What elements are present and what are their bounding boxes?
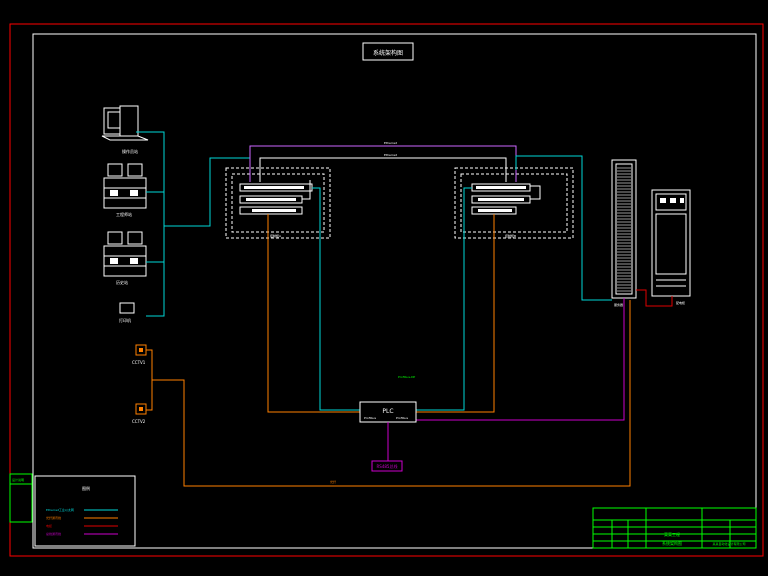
workstation-2-label: 历史站 xyxy=(116,279,128,285)
legend-item-label: 电缆 xyxy=(46,523,52,528)
printer-icon xyxy=(119,302,135,314)
server-label: 服务器 xyxy=(614,302,623,307)
left-ethernet-lines xyxy=(136,131,250,317)
panel-label: 配电柜 xyxy=(676,300,685,305)
workstation-1-icon xyxy=(103,163,147,209)
workstation-1-label: 工程师站 xyxy=(116,211,132,217)
legend-item-label: Ethernet工业以太网 xyxy=(46,507,74,512)
left-cabinet xyxy=(225,167,331,239)
legend-items: Ethernet工业以太网光纤通讯线电缆总线通讯线 xyxy=(46,507,118,536)
cabinet-link-lines xyxy=(249,145,612,301)
net-label-top: Ethernet xyxy=(384,141,398,145)
right-cabinet xyxy=(454,167,574,239)
title-block-drawing-name: 系统架构图 xyxy=(662,540,682,546)
workstation-2-icon xyxy=(103,231,147,277)
plc-port-right: Profibus xyxy=(396,416,408,420)
right-cabinet-label: 控制柜B xyxy=(505,233,516,238)
drawing-canvas: 系统架构图 操作员站 工程师站 历史站 打印机 CCTV1 CCTV2 光纤 控… xyxy=(9,23,764,557)
camera-2-icon xyxy=(135,403,147,415)
printer-label: 打印机 xyxy=(119,317,131,323)
server-rack-icon xyxy=(611,159,637,299)
left-note-label: 设计说明 xyxy=(12,477,24,482)
left-cabinet-internal-lines xyxy=(267,180,360,413)
server-bus-line xyxy=(416,298,625,421)
legend-item-label: 光纤通讯线 xyxy=(46,515,61,520)
camera-1-icon xyxy=(135,344,147,356)
camera-1-label: CCTV1 xyxy=(132,360,146,365)
power-panel-icon xyxy=(651,189,691,297)
legend-item-label: 总线通讯线 xyxy=(46,531,61,536)
title-block-project: 某某工程 xyxy=(664,531,680,537)
bus-box-label: RS485总线 xyxy=(377,463,398,469)
plc-label: PLC xyxy=(382,408,393,415)
fiber-label: 光纤 xyxy=(330,479,336,484)
net-label-mid: Ethernet xyxy=(384,153,398,157)
drawing-title: 系统架构图 xyxy=(373,49,403,57)
dp-label: Profibus-DP xyxy=(398,375,415,379)
computer-icon xyxy=(101,105,149,141)
camera-2-label: CCTV2 xyxy=(132,419,146,424)
left-cabinet-label: 控制柜A xyxy=(270,233,282,238)
plc-port-left: Profibus xyxy=(364,416,376,420)
right-cabinet-internal-lines xyxy=(416,185,541,413)
legend-title: 图例 xyxy=(82,485,90,491)
computer-label: 操作员站 xyxy=(122,148,138,154)
title-block-company: 某某自动化设计有限公司 xyxy=(712,541,745,546)
